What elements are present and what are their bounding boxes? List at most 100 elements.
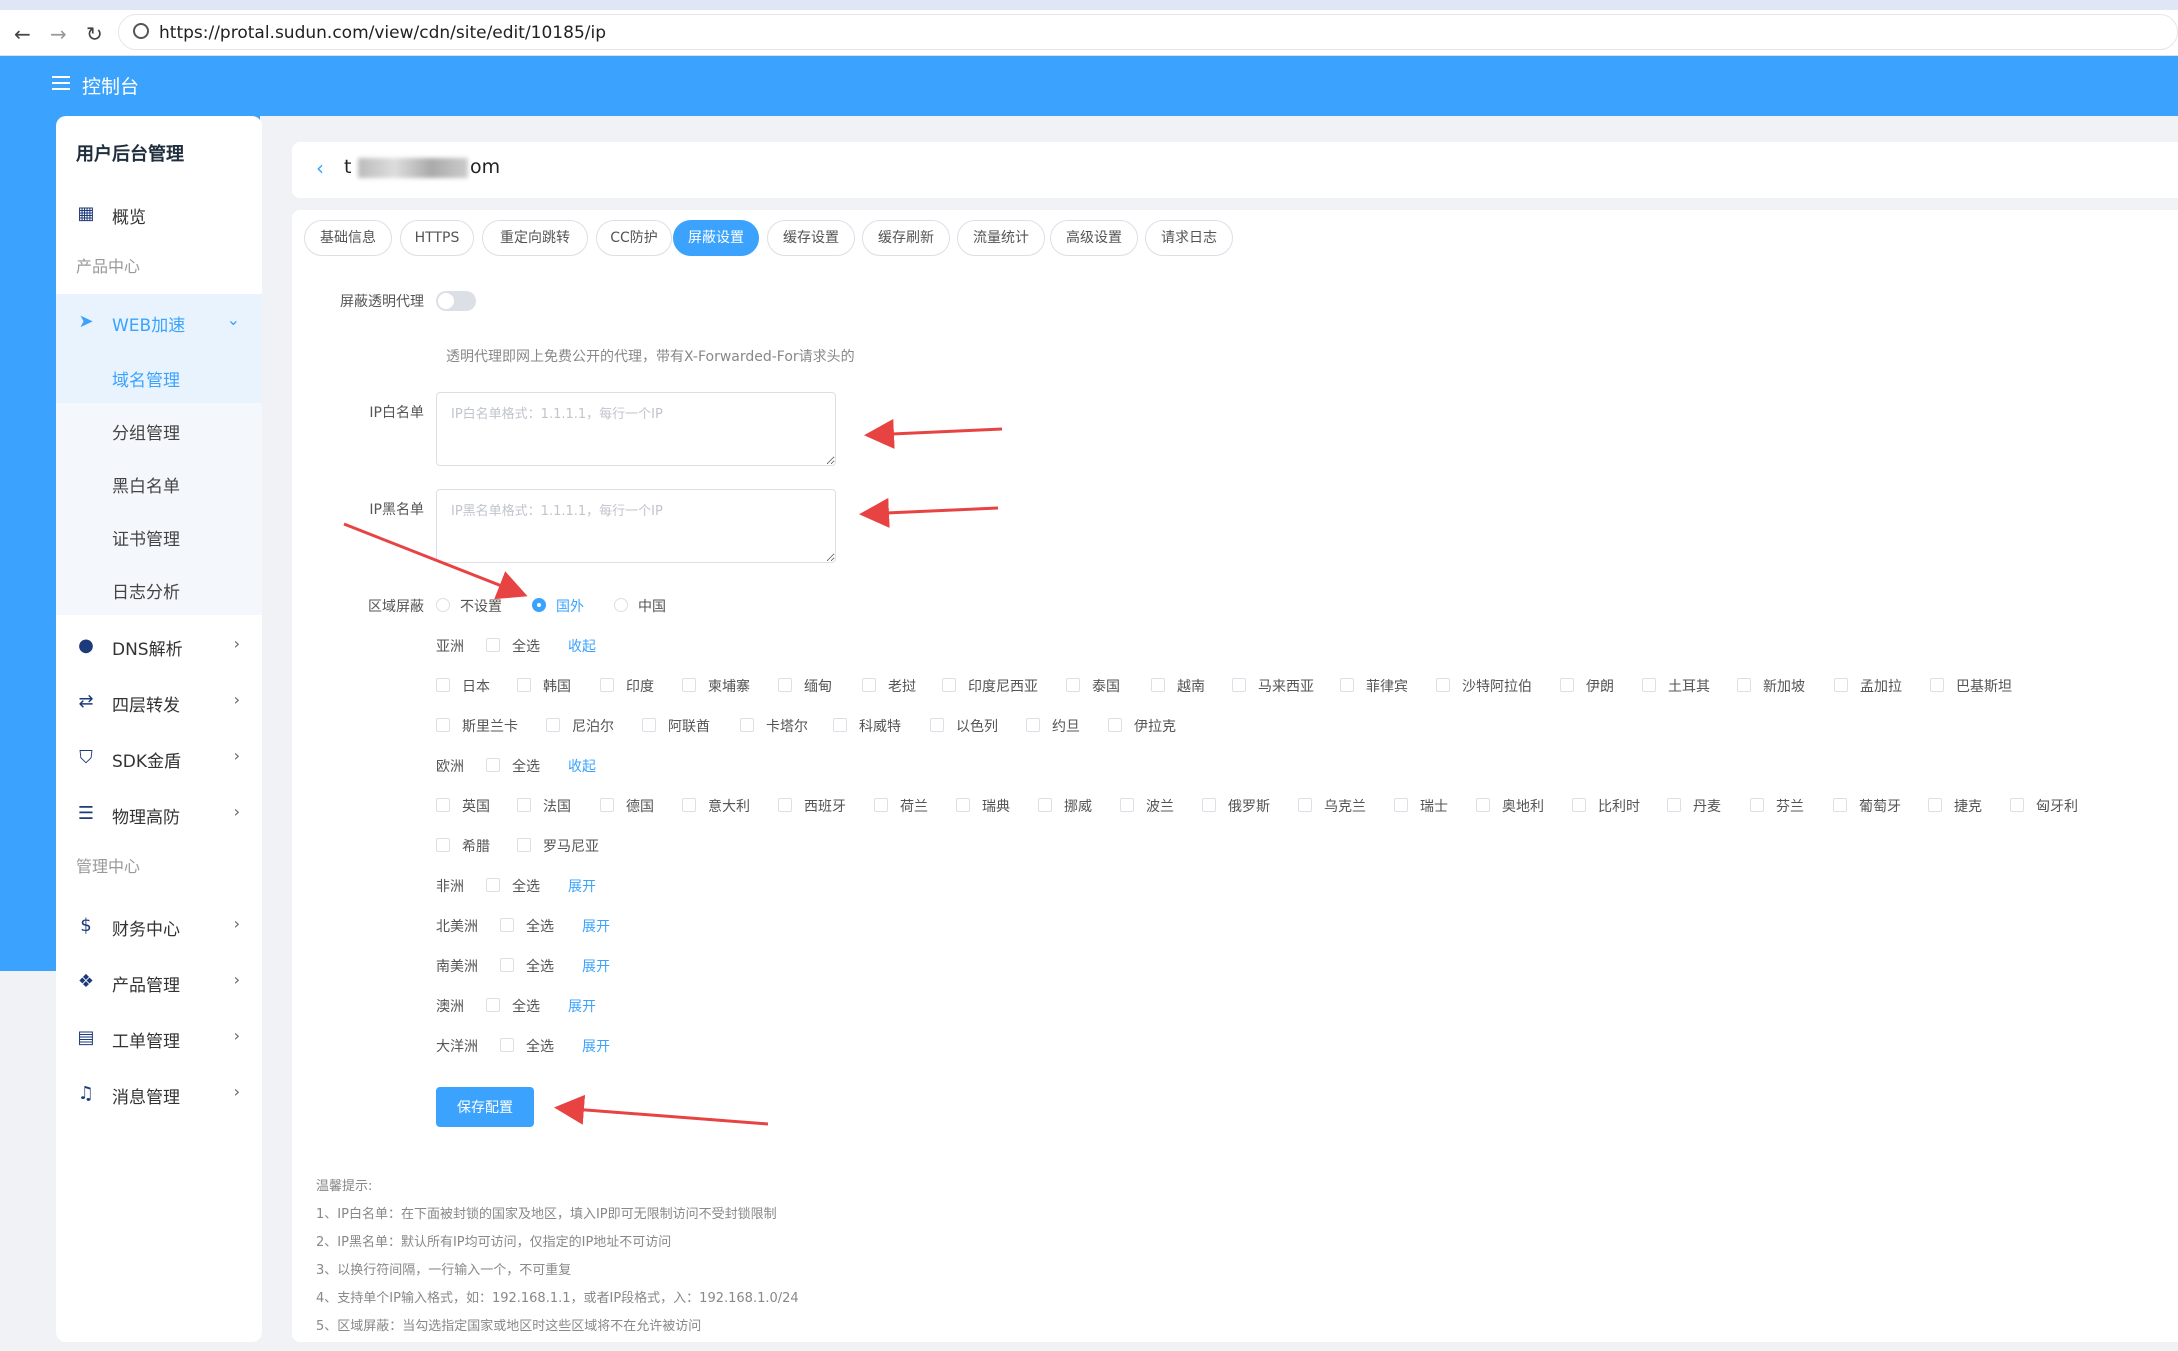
globe-icon: ●: [78, 635, 94, 656]
tab-cache-refresh[interactable]: 缓存刷新: [862, 220, 950, 256]
radio-label: 国外: [556, 599, 584, 615]
checkbox-label: 韩国: [543, 679, 571, 695]
sidebar-item-sdk[interactable]: ⛉ SDK金盾 ›: [56, 730, 262, 786]
checkbox: [1642, 678, 1656, 692]
tab-cache[interactable]: 缓存设置: [767, 220, 855, 256]
checkbox: [500, 1038, 514, 1052]
checkbox-label: 日本: [462, 679, 490, 695]
tab-https[interactable]: HTTPS: [400, 220, 474, 256]
checkbox: [740, 718, 754, 732]
tab-cc[interactable]: CC防护: [596, 220, 672, 256]
paper-plane-icon: ➤: [78, 311, 94, 332]
sidebar-subitem-cert[interactable]: 证书管理: [56, 509, 262, 562]
checkbox: [1476, 798, 1490, 812]
sidebar-item-products[interactable]: ❖ 产品管理 ›: [56, 954, 262, 1010]
checkbox: [1340, 678, 1354, 692]
checkbox: [436, 798, 450, 812]
region-label: 区域屏蔽: [368, 599, 424, 615]
back-arrow-icon[interactable]: ←: [14, 22, 31, 46]
sidebar-subitem-label: 黑白名单: [112, 477, 180, 497]
tab-request-log[interactable]: 请求日志: [1145, 220, 1233, 256]
tab-block-settings[interactable]: 屏蔽设置: [673, 220, 759, 256]
address-bar[interactable]: https://protal.sudun.com/view/cdn/site/e…: [118, 14, 2178, 50]
proxy-toggle[interactable]: [436, 291, 476, 311]
sidebar-item-overview[interactable]: ▦ 概览: [56, 186, 262, 242]
sidebar-subitem-domain[interactable]: 域名管理: [56, 350, 262, 403]
chevron-right-icon: ›: [233, 802, 240, 821]
site-info-icon[interactable]: [133, 23, 149, 39]
back-chevron-icon[interactable]: ‹: [316, 156, 324, 180]
checkbox-label: 全选: [512, 879, 540, 895]
chevron-down-icon: ⌄: [226, 310, 240, 329]
sidebar-item-label: SDK金盾: [112, 752, 182, 772]
checkbox-label: 以色列: [956, 719, 998, 735]
sidebar-subitem-bwlist[interactable]: 黑白名单: [56, 456, 262, 509]
tab-traffic[interactable]: 流量统计: [957, 220, 1045, 256]
bell-icon: ♫: [77, 1083, 95, 1104]
checkbox-label: 尼泊尔: [572, 719, 614, 735]
checkbox-label: 俄罗斯: [1228, 799, 1270, 815]
sidebar-item-dns[interactable]: ● DNS解析 ›: [56, 618, 262, 674]
sidebar-item-tickets[interactable]: ▤ 工单管理 ›: [56, 1010, 262, 1066]
tab-redirect[interactable]: 重定向跳转: [482, 220, 588, 256]
sidebar-item-phys[interactable]: ☰ 物理高防 ›: [56, 786, 262, 842]
checkbox-label: 伊朗: [1586, 679, 1614, 695]
tab-advanced[interactable]: 高级设置: [1050, 220, 1138, 256]
sidebar-item-messages[interactable]: ♫ 消息管理 ›: [56, 1066, 262, 1122]
checkbox-label: 越南: [1177, 679, 1205, 695]
checkbox: [1833, 798, 1847, 812]
checkbox: [1202, 798, 1216, 812]
checkbox-label: 希腊: [462, 839, 490, 855]
checkbox: [1232, 678, 1246, 692]
reload-icon[interactable]: ↻: [86, 22, 103, 46]
sidebar-subitem-label: 分组管理: [112, 424, 180, 444]
checkbox: [1572, 798, 1586, 812]
hamburger-menu-icon[interactable]: [52, 76, 70, 90]
tab-basic[interactable]: 基础信息: [304, 220, 392, 256]
north-america-expand-link[interactable]: 展开: [582, 916, 610, 936]
checkbox-label: 西班牙: [804, 799, 846, 815]
chevron-right-icon: ›: [233, 634, 240, 653]
sidebar-subitem-log[interactable]: 日志分析: [56, 562, 262, 615]
whitelist-textarea[interactable]: [436, 392, 836, 466]
checkbox: [1026, 718, 1040, 732]
browser-toolbar: ← → ↻ https://protal.sudun.com/view/cdn/…: [0, 0, 2178, 56]
save-config-button[interactable]: 保存配置: [436, 1087, 534, 1127]
radio-label: 不设置: [460, 599, 502, 615]
sidebar-item-label: 概览: [112, 208, 146, 228]
asia-collapse-link[interactable]: 收起: [568, 636, 596, 656]
checkbox: [682, 798, 696, 812]
checkbox: [1151, 678, 1165, 692]
sidebar-item-finance[interactable]: $ 财务中心 ›: [56, 898, 262, 954]
shield-icon: ⛉: [79, 747, 93, 768]
australia-expand-link[interactable]: 展开: [568, 996, 596, 1016]
checkbox: [500, 918, 514, 932]
checkbox-label: 约旦: [1052, 719, 1080, 735]
sidebar-item-label: WEB加速: [112, 316, 186, 336]
tip-line: 1、IP白名单：在下面被封锁的国家及地区，填入IP即可无限制访问不受封锁限制: [316, 1207, 777, 1222]
blacklist-textarea[interactable]: [436, 489, 836, 563]
checkbox: [1560, 678, 1574, 692]
domain-prefix: t: [344, 156, 352, 178]
checkbox: [956, 798, 970, 812]
checkbox-label: 卡塔尔: [766, 719, 808, 735]
domain-suffix: om: [470, 156, 501, 178]
checkbox-label: 波兰: [1146, 799, 1174, 815]
sidebar-subitem-group[interactable]: 分组管理: [56, 403, 262, 456]
tips-title: 温馨提示:: [316, 1179, 373, 1194]
south-america-expand-link[interactable]: 展开: [582, 956, 610, 976]
tip-line: 5、区域屏蔽：当勾选指定国家或地区时这些区域将不在允许被访问: [316, 1319, 702, 1334]
africa-expand-link[interactable]: 展开: [568, 876, 596, 896]
sidebar-item-web-accel[interactable]: ➤ WEB加速 ⌄: [56, 294, 262, 350]
checkbox-label: 阿联酋: [668, 719, 710, 735]
checkbox: [517, 798, 531, 812]
europe-collapse-link[interactable]: 收起: [568, 756, 596, 776]
chevron-right-icon: ›: [233, 1082, 240, 1101]
domain-header: ‹ t om: [292, 142, 2178, 198]
sidebar-item-label: 财务中心: [112, 920, 180, 940]
sidebar-heading: 用户后台管理: [76, 144, 184, 165]
sidebar-item-l4[interactable]: ⇄ 四层转发 ›: [56, 674, 262, 730]
forward-arrow-icon[interactable]: →: [50, 22, 67, 46]
url-text[interactable]: https://protal.sudun.com/view/cdn/site/e…: [159, 23, 606, 43]
oceania-expand-link[interactable]: 展开: [582, 1036, 610, 1056]
